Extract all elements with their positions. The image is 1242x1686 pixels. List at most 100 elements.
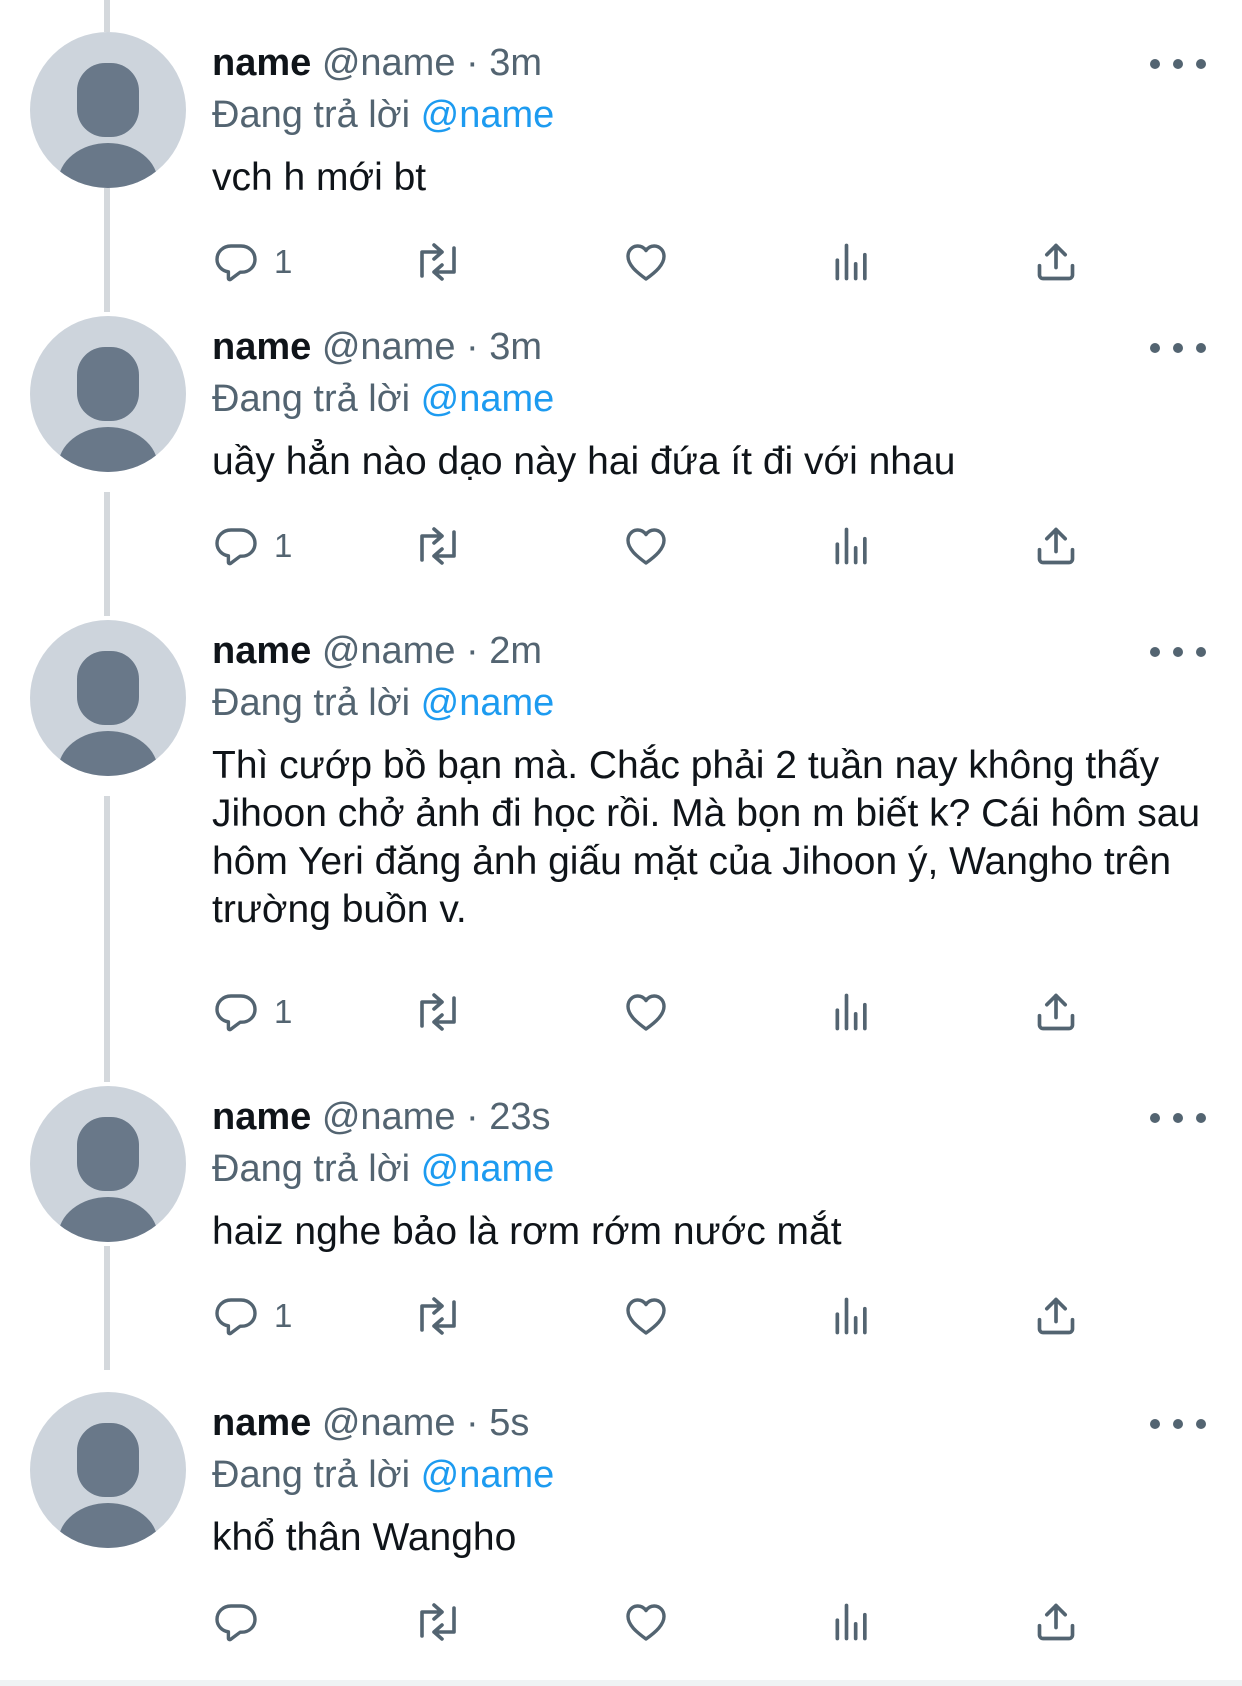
thread-line [104, 0, 110, 32]
retweet-button[interactable] [412, 232, 464, 292]
like-button[interactable] [622, 1286, 670, 1346]
divider [0, 1680, 1242, 1686]
separator-dot: · [466, 630, 479, 672]
retweet-icon [420, 527, 456, 565]
timestamp[interactable]: 5s [489, 1402, 529, 1444]
thread-line [104, 796, 110, 1082]
share-button[interactable] [1034, 232, 1078, 292]
share-button[interactable] [1034, 516, 1078, 576]
timestamp[interactable]: 3m [489, 326, 542, 368]
more-options-icon[interactable] [1150, 1414, 1206, 1434]
tweet-actions [212, 1592, 1092, 1652]
tweet-header: name @name · 5s [212, 1398, 529, 1448]
user-handle[interactable]: @name [322, 326, 456, 368]
more-options-icon[interactable] [1150, 54, 1206, 74]
display-name[interactable]: name [212, 42, 311, 84]
reply-count: 1 [274, 993, 293, 1030]
heart-icon [626, 244, 666, 281]
reply-icon [215, 1298, 257, 1336]
reply-icon [215, 1604, 257, 1642]
mention-link[interactable]: @name [421, 682, 555, 724]
views-button[interactable] [830, 982, 874, 1042]
like-button[interactable] [622, 232, 670, 292]
retweet-icon [420, 993, 456, 1031]
reply-button[interactable] [212, 1592, 274, 1652]
retweet-icon [420, 243, 456, 281]
more-options-icon[interactable] [1150, 642, 1206, 662]
bar-chart-icon [835, 527, 867, 565]
display-name[interactable]: name [212, 630, 311, 672]
avatar[interactable] [30, 1086, 186, 1242]
reply-count: 1 [274, 527, 293, 564]
avatar[interactable] [30, 1392, 186, 1548]
thread-line [104, 492, 110, 616]
reply-button[interactable]: 1 [212, 516, 292, 576]
heart-icon [626, 1604, 666, 1641]
tweet-text: uầy hẳn nào dạo này hai đứa ít đi với nh… [212, 440, 956, 483]
user-handle[interactable]: @name [322, 1402, 456, 1444]
separator-dot: · [466, 1096, 479, 1138]
retweet-button[interactable] [412, 982, 464, 1042]
views-button[interactable] [830, 1286, 874, 1346]
replying-to: Đang trả lời @name [212, 1144, 554, 1194]
views-button[interactable] [830, 1592, 874, 1652]
avatar[interactable] [30, 316, 186, 472]
replying-to-label: Đang trả lời [212, 1454, 411, 1496]
more-options-icon[interactable] [1150, 1108, 1206, 1128]
bar-chart-icon [835, 1603, 867, 1641]
retweet-button[interactable] [412, 516, 464, 576]
reply-count: 1 [274, 1297, 293, 1334]
tweet-thread: name @name · 3m Đang trả lời @name vch h… [0, 0, 1242, 1686]
retweet-button[interactable] [412, 1286, 464, 1346]
display-name[interactable]: name [212, 1096, 311, 1138]
bar-chart-icon [835, 1297, 867, 1335]
heart-icon [626, 1298, 666, 1335]
reply-icon [215, 994, 257, 1032]
tweet-header: name @name · 3m [212, 38, 542, 88]
thread-line [104, 1246, 110, 1370]
separator-dot: · [466, 42, 479, 84]
user-handle[interactable]: @name [322, 630, 456, 672]
heart-icon [626, 528, 666, 565]
user-handle[interactable]: @name [322, 1096, 456, 1138]
bar-chart-icon [835, 993, 867, 1031]
reply-button[interactable]: 1 [212, 1286, 292, 1346]
views-button[interactable] [830, 232, 874, 292]
replying-to: Đang trả lời @name [212, 1450, 554, 1500]
reply-button[interactable]: 1 [212, 232, 292, 292]
separator-dot: · [466, 1402, 479, 1444]
mention-link[interactable]: @name [421, 378, 555, 420]
reply-button[interactable]: 1 [212, 982, 292, 1042]
more-options-icon[interactable] [1150, 338, 1206, 358]
mention-link[interactable]: @name [421, 1148, 555, 1190]
thread-line [104, 188, 110, 312]
tweet-header: name @name · 2m [212, 626, 542, 676]
share-icon [1037, 1297, 1075, 1335]
timestamp[interactable]: 3m [489, 42, 542, 84]
share-icon [1037, 243, 1075, 281]
retweet-icon [420, 1297, 456, 1335]
display-name[interactable]: name [212, 326, 311, 368]
views-button[interactable] [830, 516, 874, 576]
mention-link[interactable]: @name [421, 1454, 555, 1496]
like-button[interactable] [622, 982, 670, 1042]
share-button[interactable] [1034, 1592, 1078, 1652]
share-icon [1037, 1603, 1075, 1641]
like-button[interactable] [622, 1592, 670, 1652]
display-name[interactable]: name [212, 1402, 311, 1444]
share-button[interactable] [1034, 1286, 1078, 1346]
bar-chart-icon [835, 243, 867, 281]
share-button[interactable] [1034, 982, 1078, 1042]
like-button[interactable] [622, 516, 670, 576]
share-icon [1037, 527, 1075, 565]
separator-dot: · [466, 326, 479, 368]
tweet-header: name @name · 3m [212, 322, 542, 372]
replying-to: Đang trả lời @name [212, 678, 554, 728]
user-handle[interactable]: @name [322, 42, 456, 84]
timestamp[interactable]: 2m [489, 630, 542, 672]
timestamp[interactable]: 23s [489, 1096, 550, 1138]
avatar[interactable] [30, 32, 186, 188]
avatar[interactable] [30, 620, 186, 776]
retweet-button[interactable] [412, 1592, 464, 1652]
mention-link[interactable]: @name [421, 94, 555, 136]
